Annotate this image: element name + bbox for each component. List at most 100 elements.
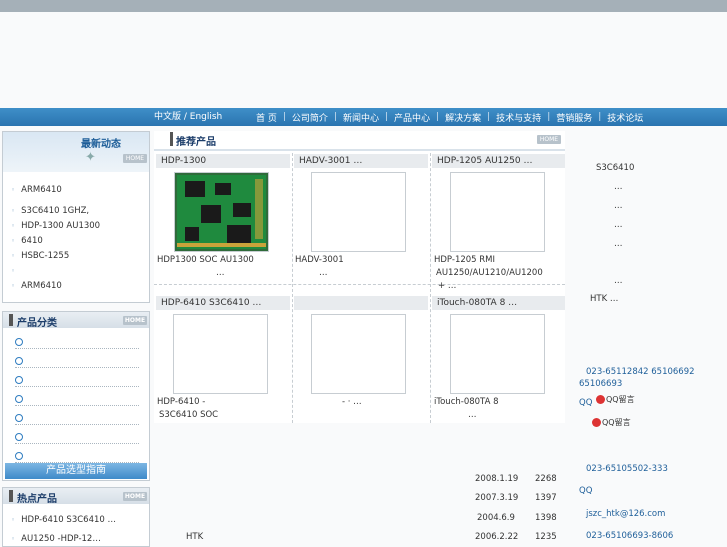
nav-solutions[interactable]: 解决方案 bbox=[439, 111, 487, 124]
news-item[interactable]: ◦ ARM6410 bbox=[11, 185, 62, 195]
product-desc: … bbox=[468, 410, 477, 420]
penguin-icon bbox=[596, 395, 605, 404]
language-switch[interactable]: 中文版 / English bbox=[150, 108, 254, 126]
category-item[interactable] bbox=[15, 433, 139, 444]
product-desc: HDP-6410 - bbox=[157, 397, 206, 407]
category-header: 产品分类 HOME bbox=[3, 312, 149, 329]
nav-forum[interactable]: 技术论坛 bbox=[601, 111, 649, 124]
nav-sales[interactable]: 营销服务 bbox=[550, 111, 598, 124]
category-item[interactable] bbox=[15, 395, 139, 406]
download-date: 2007.3.19 bbox=[475, 493, 519, 503]
product-desc: … bbox=[216, 268, 225, 278]
bottom-htk-text: HTK bbox=[186, 532, 204, 542]
sales-phone-2: 65106693 bbox=[579, 379, 623, 389]
product-image[interactable] bbox=[450, 314, 545, 394]
selection-guide-button[interactable]: 产品选型指南 bbox=[5, 463, 147, 479]
hot-header: 热点产品 HOME bbox=[3, 488, 149, 505]
category-item[interactable] bbox=[15, 414, 139, 425]
download-count: 1398 bbox=[535, 513, 557, 523]
nav-news[interactable]: 新闻中心 bbox=[337, 111, 385, 124]
product-desc: HADV-3001 bbox=[295, 255, 344, 265]
product-title[interactable]: HDP-1300 bbox=[156, 154, 290, 168]
circle-bullet-icon bbox=[15, 433, 23, 441]
circuit-board-icon bbox=[175, 173, 268, 251]
hot-more-button[interactable]: HOME bbox=[123, 492, 147, 501]
category-item[interactable] bbox=[15, 357, 139, 368]
product-desc: S3C6410 SOC bbox=[159, 410, 219, 420]
row-divider bbox=[154, 284, 565, 285]
download-date: 2004.6.9 bbox=[477, 513, 515, 523]
product-desc: + … bbox=[438, 281, 457, 291]
featured-panel: 推荐产品 HOME HDP-1300 HDP1300 SOC AU1300 … … bbox=[154, 131, 565, 423]
product-title[interactable]: HDP-6410 S3C6410 … bbox=[156, 296, 290, 310]
hot-item[interactable]: ◦ HDP-6410 S3C6410 … bbox=[11, 515, 116, 525]
featured-more-button[interactable]: HOME bbox=[537, 135, 561, 144]
product-desc: HDP-1205 RMI bbox=[434, 255, 496, 265]
product-desc: HDP1300 SOC AU1300 bbox=[157, 255, 254, 265]
product-desc: AU1250/AU1210/AU1200 bbox=[436, 268, 543, 278]
circle-bullet-icon bbox=[15, 395, 23, 403]
nav-products[interactable]: 产品中心 bbox=[388, 111, 436, 124]
category-item[interactable] bbox=[15, 452, 139, 463]
circle-bullet-icon bbox=[15, 414, 23, 422]
news-item[interactable]: ◦ HSBC-1255 bbox=[11, 251, 69, 261]
news-item[interactable]: ◦ 6410 bbox=[11, 236, 43, 246]
product-image[interactable] bbox=[450, 172, 545, 252]
hot-title: 热点产品 bbox=[17, 494, 57, 505]
right-s3c-link[interactable]: S3C6410 bbox=[596, 163, 634, 173]
right-dots: … bbox=[614, 220, 623, 230]
product-title[interactable]: HADV-3001 … bbox=[294, 154, 428, 168]
featured-header: 推荐产品 HOME bbox=[154, 131, 565, 151]
download-count: 1397 bbox=[535, 493, 557, 503]
nav-menu: 首 页 | 公司简介 | 新闻中心 | 产品中心 | 解决方案 | 技术与支持 | 营销服务… bbox=[250, 108, 649, 126]
header-marker-icon bbox=[170, 132, 173, 146]
news-more-button[interactable]: HOME bbox=[123, 154, 147, 163]
latest-news-panel: 最新动态 ✦ HOME ◦ ARM6410 ◦ S3C6410 1GHZ, ◦ HDP… bbox=[2, 131, 150, 303]
product-image[interactable] bbox=[311, 172, 406, 252]
download-count: 1235 bbox=[535, 532, 557, 542]
penguin-icon bbox=[592, 418, 601, 427]
qq-message-button-2[interactable]: QQ留言 bbox=[592, 417, 631, 428]
right-dots: … bbox=[614, 239, 623, 249]
circle-bullet-icon bbox=[15, 357, 23, 365]
product-desc: - · … bbox=[342, 397, 362, 407]
right-dots: … bbox=[614, 276, 623, 286]
news-item[interactable]: ◦ bbox=[11, 266, 21, 276]
product-title[interactable] bbox=[294, 296, 428, 310]
category-panel: 产品分类 HOME 产品选型指南 bbox=[2, 311, 150, 481]
featured-title: 推荐产品 bbox=[176, 137, 216, 148]
category-item[interactable] bbox=[15, 338, 139, 349]
product-image[interactable] bbox=[173, 314, 268, 394]
support-phone: 023-65105502-333 bbox=[586, 464, 668, 474]
news-header: 最新动态 ✦ HOME bbox=[3, 132, 149, 172]
product-desc: iTouch-080TA 8 bbox=[434, 397, 499, 407]
product-image[interactable] bbox=[174, 172, 269, 252]
product-title[interactable]: iTouch-080TA 8 … bbox=[432, 296, 565, 310]
top-strip bbox=[0, 0, 727, 12]
category-item[interactable] bbox=[15, 376, 139, 387]
news-title: 最新动态 bbox=[81, 139, 121, 150]
news-item[interactable]: ◦ HDP-1300 AU1300 bbox=[11, 221, 100, 231]
nav-about[interactable]: 公司简介 bbox=[286, 111, 334, 124]
header-marker-icon bbox=[9, 314, 13, 326]
column-divider bbox=[292, 153, 293, 423]
header-banner bbox=[0, 12, 727, 108]
category-more-button[interactable]: HOME bbox=[123, 316, 147, 325]
sparkle-icon: ✦ bbox=[85, 150, 96, 165]
download-date: 2006.2.22 bbox=[475, 532, 519, 542]
news-item[interactable]: ◦ ARM6410 bbox=[11, 281, 62, 291]
hot-item[interactable]: ◦ AU1250 -HDP-12… bbox=[11, 534, 101, 544]
support-email[interactable]: jszc_htk@126.com bbox=[586, 509, 665, 519]
nav-home[interactable]: 首 页 bbox=[250, 111, 283, 124]
product-title[interactable]: HDP-1205 AU1250 … bbox=[432, 154, 565, 168]
support-phone-2: 023-65106693-8606 bbox=[586, 531, 674, 541]
circle-bullet-icon bbox=[15, 338, 23, 346]
circle-bullet-icon bbox=[15, 376, 23, 384]
news-item[interactable]: ◦ S3C6410 1GHZ, bbox=[11, 206, 89, 216]
right-dots: … bbox=[614, 201, 623, 211]
product-image[interactable] bbox=[311, 314, 406, 394]
qq-message-button[interactable]: QQ留言 bbox=[596, 394, 635, 405]
download-date: 2008.1.19 bbox=[475, 474, 519, 484]
nav-support[interactable]: 技术与支持 bbox=[490, 111, 547, 124]
right-htk-text: HTK … bbox=[590, 294, 619, 304]
